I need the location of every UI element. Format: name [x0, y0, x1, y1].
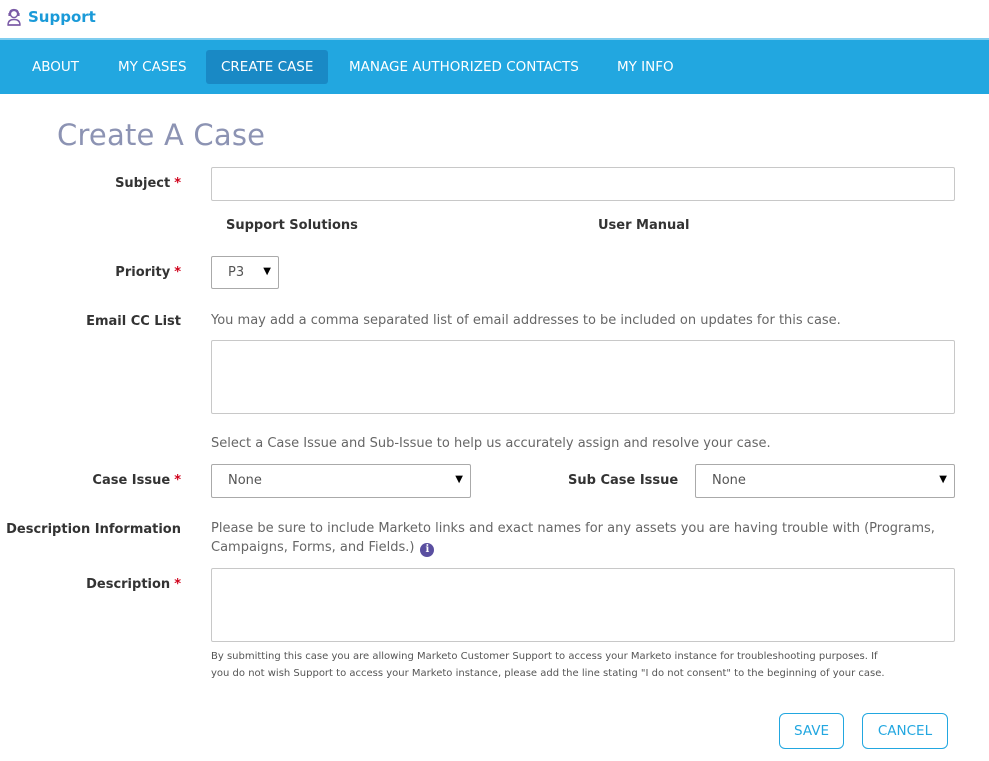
brand[interactable]: Support	[6, 8, 96, 26]
description-label: Description *	[86, 577, 181, 592]
case-issue-value: None	[228, 473, 262, 488]
required-marker: *	[174, 265, 181, 280]
info-icon[interactable]: i	[420, 543, 435, 557]
case-issue-label-text: Case Issue	[92, 473, 171, 488]
caret-down-icon: ▼	[939, 474, 947, 485]
nav-my-info[interactable]: MY INFO	[602, 50, 689, 84]
case-issue-select[interactable]: None ▼	[211, 464, 471, 498]
user-manual-link[interactable]: User Manual	[598, 218, 690, 233]
priority-label: Priority *	[115, 265, 181, 280]
email-cc-label: Email CC List	[86, 314, 181, 329]
subject-label: Subject *	[115, 176, 181, 191]
subject-input[interactable]	[211, 167, 955, 201]
case-issue-label: Case Issue *	[92, 473, 181, 488]
support-agent-icon	[6, 8, 22, 26]
email-cc-textarea[interactable]	[211, 340, 955, 414]
subject-label-text: Subject	[115, 176, 171, 191]
sub-case-issue-select[interactable]: None ▼	[695, 464, 955, 498]
nav-create-case[interactable]: CREATE CASE	[206, 50, 329, 84]
description-info-label: Description Information	[6, 522, 181, 537]
save-button[interactable]: SAVE	[779, 713, 844, 749]
page-title: Create A Case	[57, 118, 266, 152]
required-marker: *	[174, 473, 181, 488]
nav-manage-authorized-contacts[interactable]: MANAGE AUTHORIZED CONTACTS	[334, 50, 594, 84]
description-label-text: Description	[86, 577, 171, 592]
consent-line-2: you do not wish Support to access your M…	[211, 668, 885, 679]
nav-my-cases[interactable]: MY CASES	[103, 50, 202, 84]
caret-down-icon: ▼	[455, 474, 463, 485]
cancel-button[interactable]: CANCEL	[862, 713, 948, 749]
case-issue-help: Select a Case Issue and Sub-Issue to hel…	[211, 436, 771, 451]
priority-label-text: Priority	[115, 265, 171, 280]
caret-down-icon: ▼	[263, 266, 271, 277]
description-info-line1: Please be sure to include Marketo links …	[211, 521, 935, 536]
required-marker: *	[174, 176, 181, 191]
consent-line-1: By submitting this case you are allowing…	[211, 651, 878, 662]
consent-notice: By submitting this case you are allowing…	[211, 648, 951, 682]
support-solutions-link[interactable]: Support Solutions	[226, 218, 358, 233]
description-textarea[interactable]	[211, 568, 955, 642]
required-marker: *	[174, 577, 181, 592]
main-nav: ABOUT MY CASES CREATE CASE MANAGE AUTHOR…	[0, 38, 989, 94]
brand-title: Support	[28, 8, 96, 26]
description-info-line2: Campaigns, Forms, and Fields.)	[211, 540, 415, 555]
top-bar: Support	[0, 0, 989, 38]
nav-about[interactable]: ABOUT	[17, 50, 94, 84]
sub-case-issue-label: Sub Case Issue	[568, 473, 679, 488]
priority-select[interactable]: P3 ▼	[211, 256, 279, 289]
priority-value: P3	[228, 265, 245, 280]
description-info-line2-wrap: Campaigns, Forms, and Fields.) i	[211, 540, 435, 557]
email-cc-help: You may add a comma separated list of em…	[211, 313, 841, 328]
sub-case-issue-value: None	[712, 473, 746, 488]
